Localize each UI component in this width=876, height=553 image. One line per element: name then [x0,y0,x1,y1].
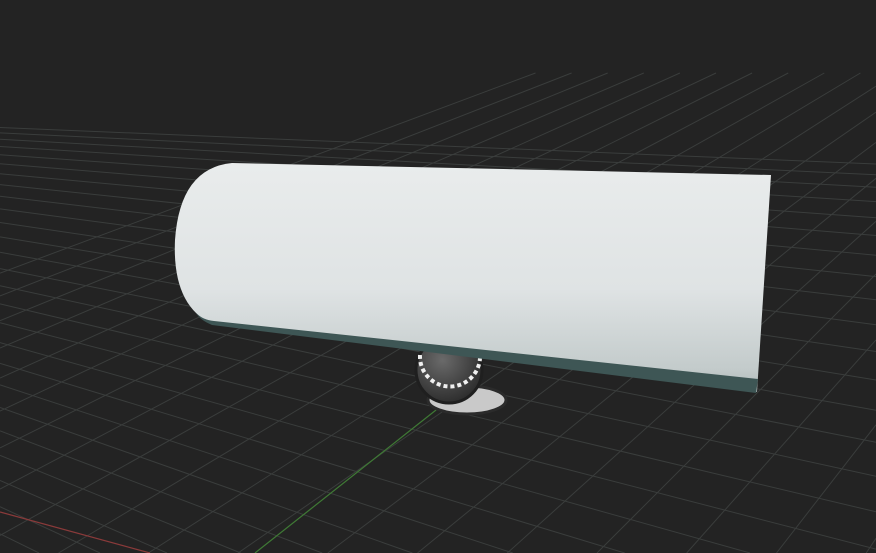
scene-canvas[interactable] [0,0,876,553]
grid-line [0,506,101,553]
grid-line [0,480,168,553]
grid-line [776,424,876,553]
x-axis-line [0,511,151,553]
grid-line [865,538,876,553]
y-axis-line [254,394,456,553]
grid-line [0,127,876,165]
grid-line [0,533,40,553]
grid-line [0,454,241,553]
grid-line [0,430,323,553]
3d-viewport[interactable] [0,0,876,553]
grid-line [0,362,625,553]
